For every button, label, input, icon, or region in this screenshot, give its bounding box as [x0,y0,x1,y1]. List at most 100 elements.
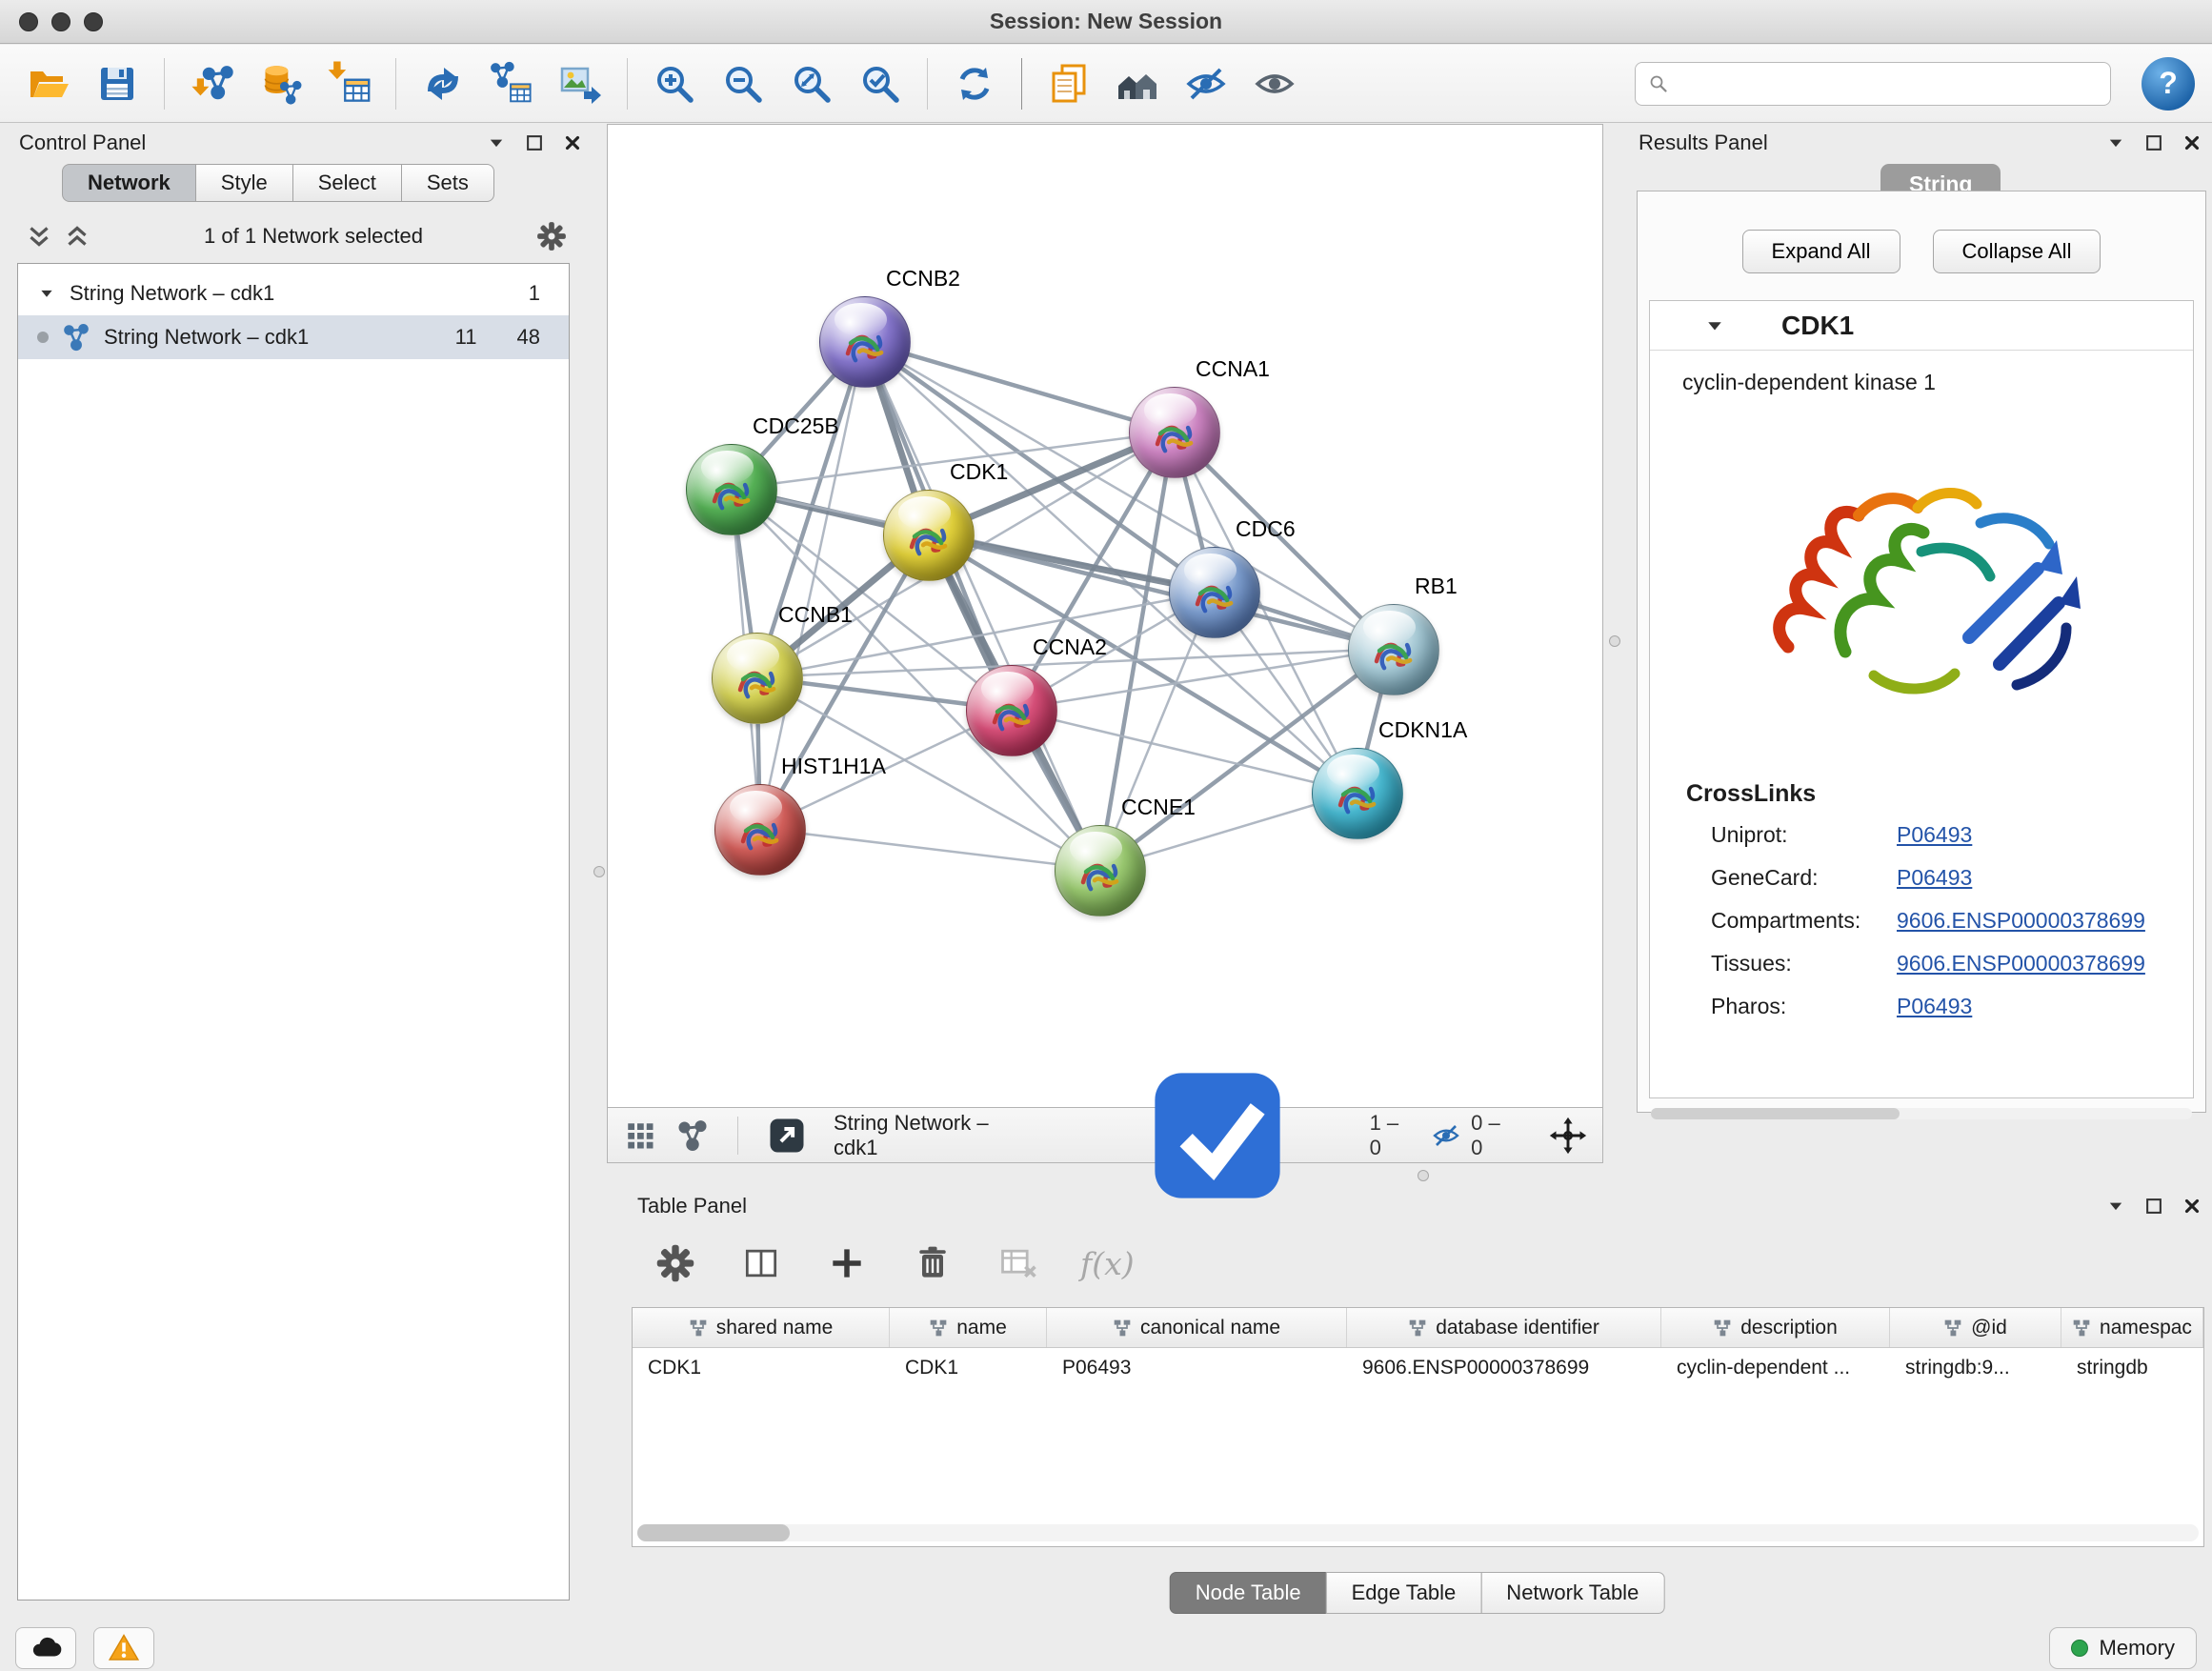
network-node-RB1[interactable] [1348,604,1439,695]
close-panel-button[interactable] [560,131,585,155]
network-row-selected[interactable]: String Network – cdk1 11 48 [18,315,569,359]
copy-document-button[interactable] [1037,52,1100,115]
network-view-icon[interactable] [676,1119,709,1152]
table-horizontal-scrollbar[interactable] [637,1524,2199,1541]
show-columns-button[interactable] [737,1239,785,1287]
new-network-button[interactable] [412,52,474,115]
tab-network-table[interactable]: Network Table [1480,1572,1664,1614]
tab-edge-table[interactable]: Edge Table [1326,1572,1482,1614]
show-details-button[interactable] [1243,52,1306,115]
results-horizontal-scrollbar[interactable] [1651,1108,2192,1119]
collapse-all-button[interactable]: Collapse All [1933,230,2101,273]
grid-view-icon[interactable] [623,1118,657,1153]
network-node-CCNB2[interactable] [819,296,911,388]
collapse-panel-button[interactable] [484,131,509,155]
network-from-table-button[interactable] [480,52,543,115]
expand-all-button[interactable]: Expand All [1742,230,1900,273]
selected-checkbox-icon[interactable] [1075,1064,1360,1207]
splitter-handle[interactable] [1418,1170,1429,1181]
network-node-CDKN1A[interactable] [1312,748,1403,839]
network-table-icon [489,61,534,107]
save-session-button[interactable] [86,52,149,115]
collapse-all-icon[interactable] [63,222,91,251]
hide-details-button[interactable] [1175,52,1237,115]
hidden-eye-slash-icon[interactable] [1431,1120,1461,1151]
crosslink-row: Pharos: P06493 [1650,985,2193,1028]
cloud-status-button[interactable] [15,1627,76,1669]
zoom-out-button[interactable] [712,52,774,115]
delete-column-button[interactable] [909,1239,956,1287]
network-status-dot [37,332,49,343]
column-header-name[interactable]: name [890,1308,1047,1347]
table-row[interactable]: CDK1 CDK1 P06493 9606.ENSP00000378699 cy… [633,1348,2203,1388]
network-node-CCNE1[interactable] [1055,825,1146,916]
crosshair-icon[interactable] [1549,1117,1587,1155]
export-image-button[interactable] [549,52,612,115]
splitter-handle[interactable] [593,866,605,877]
memory-button[interactable]: Memory [2049,1627,2197,1669]
table-settings-button[interactable] [652,1239,699,1287]
add-column-button[interactable] [823,1239,871,1287]
function-builder-button[interactable]: f(x) [1080,1245,1135,1282]
expand-all-icon[interactable] [25,222,53,251]
scrollbar-thumb[interactable] [637,1524,790,1541]
network-node-CCNA1[interactable] [1129,387,1220,478]
import-table-file-button[interactable] [317,52,380,115]
import-network-file-button[interactable] [180,52,243,115]
open-session-button[interactable] [17,52,80,115]
delete-table-button[interactable] [995,1239,1042,1287]
float-panel-button[interactable] [2142,131,2166,155]
network-node-CDC25B[interactable] [686,444,777,535]
network-collection-row[interactable]: String Network – cdk1 1 [18,272,569,315]
network-node-CCNB1[interactable] [712,633,803,724]
main-toolbar: ? [0,45,2212,123]
float-panel-button[interactable] [2142,1194,2166,1218]
crosslink-link[interactable]: P06493 [1897,994,1972,1019]
network-node-HIST1H1A[interactable] [714,784,806,876]
zoom-fit-button[interactable] [780,52,843,115]
help-button[interactable]: ? [2142,57,2195,111]
splitter-handle[interactable] [1609,635,1620,647]
search-input[interactable] [1678,71,2099,96]
welcome-screen-button[interactable] [1106,52,1169,115]
crosslink-link[interactable]: P06493 [1897,865,1972,891]
zoom-window-button[interactable] [84,12,103,31]
import-network-database-button[interactable] [249,52,312,115]
column-header-namespace[interactable]: namespac [2061,1308,2203,1347]
close-panel-button[interactable] [2180,1194,2204,1218]
crosslink-link[interactable]: 9606.ENSP00000378699 [1897,951,2145,976]
collapse-panel-button[interactable] [2103,1194,2128,1218]
tab-sets[interactable]: Sets [401,164,494,202]
close-panel-button[interactable] [2180,131,2204,155]
column-header-id[interactable]: @id [1890,1308,2061,1347]
warnings-button[interactable] [93,1627,154,1669]
chevron-down-icon[interactable] [37,284,56,303]
chevron-down-icon[interactable] [1703,314,1726,337]
collapse-panel-button[interactable] [2103,131,2128,155]
network-node-CDC6[interactable] [1169,547,1260,638]
tab-select[interactable]: Select [292,164,402,202]
network-node-CCNA2[interactable] [966,665,1057,756]
tab-node-table[interactable]: Node Table [1170,1572,1327,1614]
gene-section-header[interactable]: CDK1 [1650,301,2193,351]
column-header-canonical-name[interactable]: canonical name [1047,1308,1347,1347]
minimize-window-button[interactable] [51,12,70,31]
network-canvas[interactable]: CCNB2CCNA1CDC25BCDK1CDC6RB1CCNB1CCNA2CDK… [607,124,1603,1108]
zoom-in-button[interactable] [643,52,706,115]
chevron-down-icon [2105,1196,2126,1217]
column-header-shared-name[interactable]: shared name [633,1308,890,1347]
gear-icon[interactable] [535,220,568,252]
crosslink-link[interactable]: 9606.ENSP00000378699 [1897,908,2145,934]
float-panel-button[interactable] [522,131,547,155]
crosslink-link[interactable]: P06493 [1897,822,1972,848]
close-window-button[interactable] [19,12,38,31]
zoom-selected-button[interactable] [849,52,912,115]
tab-network[interactable]: Network [62,164,196,202]
search-field[interactable] [1635,62,2111,106]
network-node-CDK1[interactable] [883,490,975,581]
apply-layout-button[interactable] [943,52,1006,115]
column-header-description[interactable]: description [1661,1308,1890,1347]
tab-style[interactable]: Style [195,164,293,202]
detach-view-icon[interactable] [767,1116,807,1156]
column-header-database-identifier[interactable]: database identifier [1347,1308,1661,1347]
